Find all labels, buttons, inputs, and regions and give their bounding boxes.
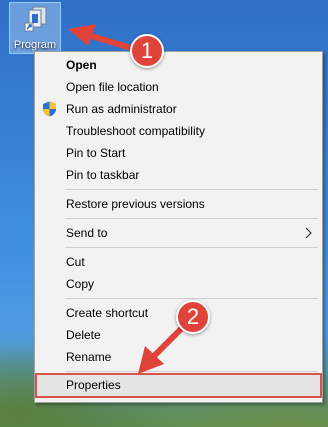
menu-item-label: Run as administrator xyxy=(66,102,177,116)
menu-item-restore-previous-versions[interactable]: Restore previous versions xyxy=(37,193,320,215)
menu-item-label: Delete xyxy=(66,328,101,342)
menu-item-run-as-administrator[interactable]: Run as administrator xyxy=(37,98,320,120)
menu-separator xyxy=(65,371,318,372)
menu-item-troubleshoot-compatibility[interactable]: Troubleshoot compatibility xyxy=(37,120,320,142)
menu-separator xyxy=(65,218,318,219)
menu-item-label: Create shortcut xyxy=(66,306,149,320)
menu-item-open[interactable]: Open xyxy=(37,54,320,76)
annotation-badge-1: 1 xyxy=(130,34,164,68)
annotation-badge-2: 2 xyxy=(176,300,210,334)
desktop-icon-program[interactable]: Program xyxy=(9,2,61,54)
menu-item-open-file-location[interactable]: Open file location xyxy=(37,76,320,98)
menu-item-rename[interactable]: Rename xyxy=(37,346,320,368)
menu-item-send-to[interactable]: Send to xyxy=(37,222,320,244)
menu-item-label: Send to xyxy=(66,226,108,240)
context-menu: Open Open file location Run as administr… xyxy=(34,51,323,403)
menu-item-label: Open file location xyxy=(66,80,159,94)
desktop-icon-label: Program xyxy=(13,39,57,51)
program-shortcut-icon xyxy=(24,6,47,32)
menu-separator xyxy=(65,247,318,248)
menu-item-label: Restore previous versions xyxy=(66,197,205,211)
menu-item-label: Copy xyxy=(66,277,95,291)
chevron-right-icon xyxy=(305,227,312,239)
menu-item-label: Open xyxy=(66,58,97,72)
uac-shield-icon xyxy=(43,101,56,117)
menu-item-label: Troubleshoot compatibility xyxy=(66,124,205,138)
menu-item-label: Properties xyxy=(66,378,121,392)
menu-item-copy[interactable]: Copy xyxy=(37,273,320,295)
menu-item-label: Rename xyxy=(66,350,112,364)
menu-item-label: Pin to Start xyxy=(66,146,126,160)
menu-item-properties[interactable]: Properties xyxy=(35,373,322,398)
menu-separator xyxy=(65,298,318,299)
menu-separator xyxy=(65,189,318,190)
menu-item-label: Pin to taskbar xyxy=(66,168,140,182)
menu-item-label: Cut xyxy=(66,255,85,269)
menu-item-pin-to-start[interactable]: Pin to Start xyxy=(37,142,320,164)
menu-item-pin-to-taskbar[interactable]: Pin to taskbar xyxy=(37,164,320,186)
menu-item-cut[interactable]: Cut xyxy=(37,251,320,273)
